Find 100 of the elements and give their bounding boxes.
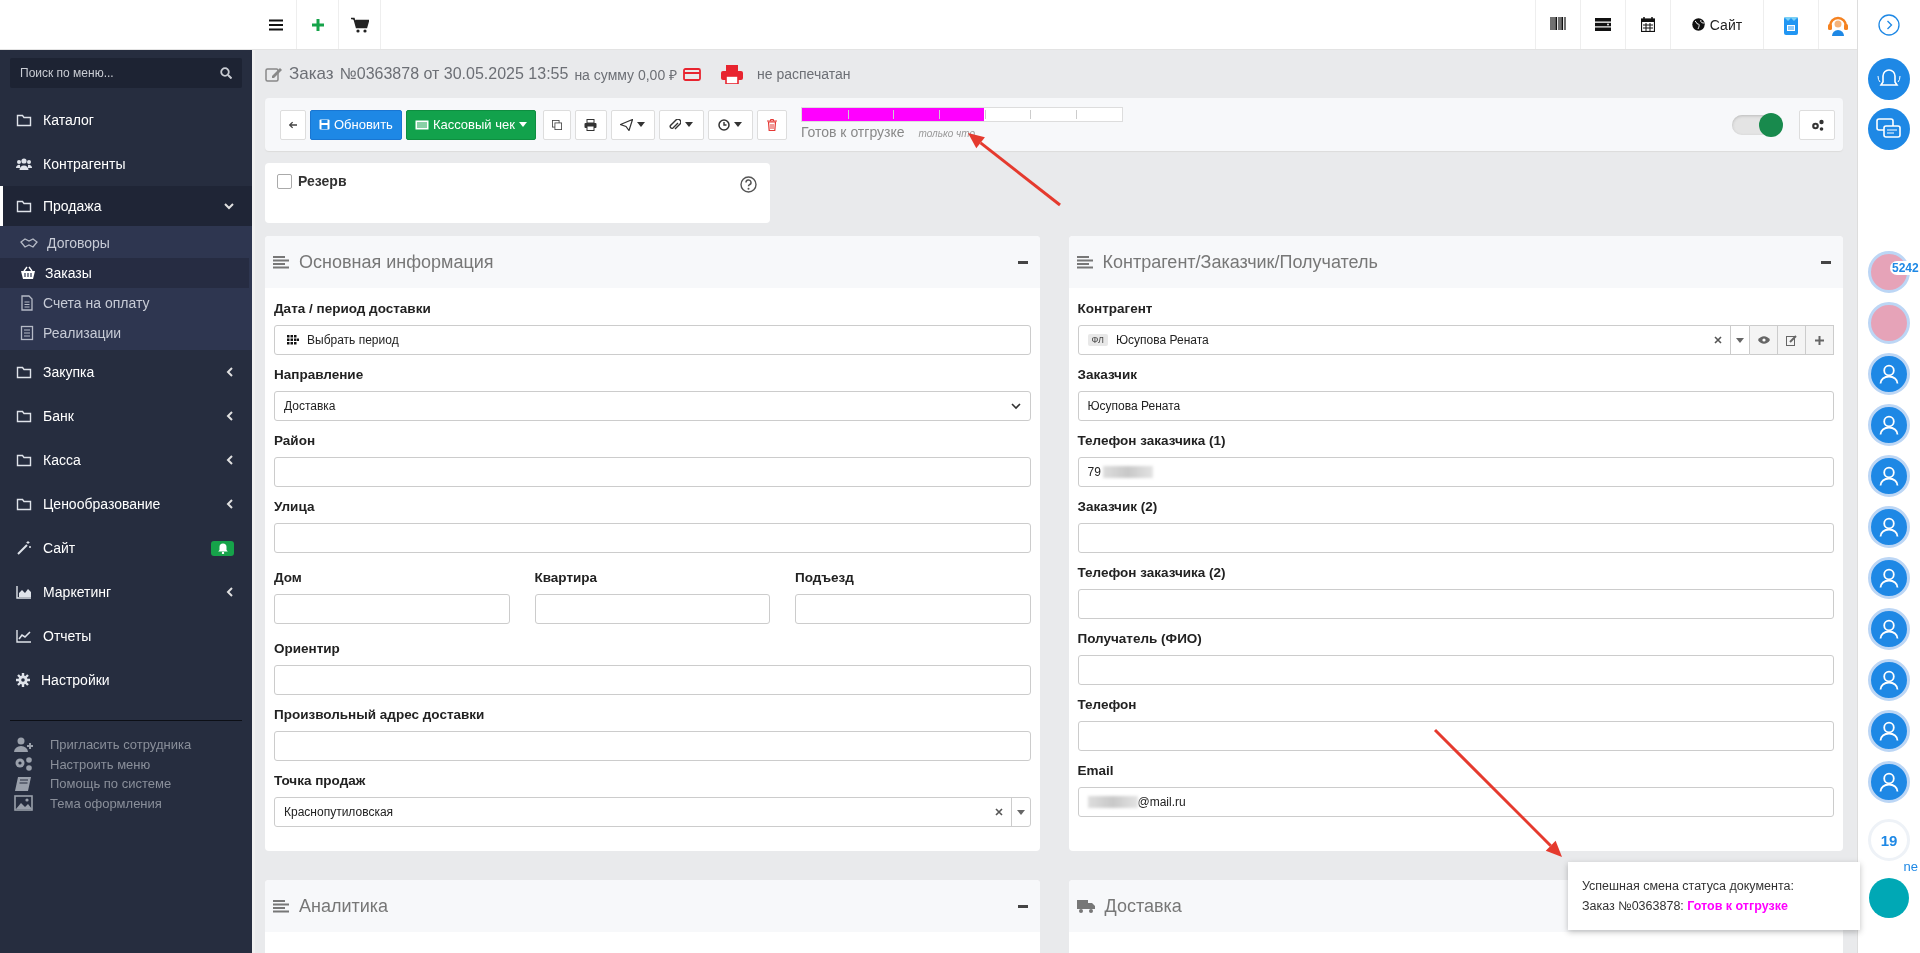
sidebar-item[interactable]: Отчеты (0, 614, 252, 658)
chat-icon (1876, 117, 1902, 141)
user-avatar[interactable] (1868, 506, 1910, 548)
attach-button[interactable] (658, 109, 704, 140)
user-avatar[interactable] (1868, 608, 1910, 650)
text-field[interactable] (1077, 721, 1834, 751)
sidebar-item[interactable]: Продажа (0, 186, 252, 226)
delete-button[interactable] (756, 109, 787, 140)
user-avatar[interactable] (1868, 353, 1910, 395)
period-button[interactable]: Выбрать период (274, 325, 1031, 355)
document-title: Заказ (289, 64, 334, 84)
text-field[interactable] (274, 457, 1031, 487)
text-field[interactable] (274, 594, 510, 624)
refresh-button[interactable]: Обновить (310, 109, 402, 140)
globe-icon (1691, 18, 1705, 31)
field-label: Район (274, 432, 317, 450)
user-icon (1879, 568, 1899, 588)
combo-field[interactable]: Краснопутиловская (274, 797, 1031, 827)
field-label: Email (1077, 762, 1115, 780)
user-icon (1879, 619, 1899, 639)
footer-link[interactable]: Пригласить сотрудника (0, 735, 252, 755)
user-avatar[interactable] (1868, 404, 1910, 446)
text-field[interactable] (534, 594, 770, 624)
user-avatar[interactable] (1868, 557, 1910, 599)
folder-icon (16, 453, 32, 467)
field-label: Заказчик (2) (1077, 498, 1159, 516)
copy-button[interactable] (542, 109, 571, 140)
view-button[interactable] (1750, 325, 1778, 355)
text-field[interactable]: @mail.ru (1077, 787, 1834, 817)
field-label: Подъезд (795, 569, 855, 587)
edit-icon (1786, 334, 1797, 346)
text-field[interactable]: Юсупова Рената (1077, 391, 1834, 421)
field-label: Улица (274, 498, 316, 516)
sidebar-item[interactable]: Банк (0, 394, 252, 438)
combo-field[interactable]: ФЛ Юсупова Рената (1077, 325, 1750, 355)
collapse-icon (1821, 260, 1831, 264)
text-field[interactable] (1077, 523, 1834, 553)
edit-button[interactable] (1778, 325, 1806, 355)
sidebar-item[interactable]: Закупка (0, 350, 252, 394)
user-avatar[interactable] (1868, 710, 1910, 752)
sidebar-item[interactable]: Сайт (0, 526, 252, 570)
sidebar-item[interactable]: Контрагенты (0, 142, 252, 186)
back-button[interactable] (280, 109, 306, 140)
field-label: Телефон заказчика (2) (1077, 564, 1227, 582)
history-button[interactable] (707, 109, 753, 140)
text-field[interactable] (795, 594, 1031, 624)
caret-icon (518, 122, 527, 127)
line-chart-icon (16, 629, 32, 643)
text-field[interactable] (274, 665, 1031, 695)
submenu-item[interactable]: Заказы (0, 258, 249, 288)
clear-icon (994, 808, 1003, 816)
footer-link[interactable]: Помощь по системе (0, 774, 252, 794)
send-button[interactable] (610, 109, 655, 140)
user-avatar[interactable] (1868, 455, 1910, 497)
print-button[interactable] (574, 109, 607, 140)
text-field[interactable] (274, 523, 1031, 553)
search-field[interactable]: Поиск по меню... (10, 58, 242, 88)
text-field[interactable] (1077, 589, 1834, 619)
sidebar-item[interactable]: Настройки (0, 658, 252, 702)
user-icon (1879, 721, 1899, 741)
submenu-item[interactable]: Договоры (0, 228, 252, 258)
add-button[interactable] (1806, 325, 1834, 355)
footer-link[interactable]: Тема оформления (0, 793, 252, 813)
list-icon (1076, 255, 1093, 269)
field-label: Точка продаж (274, 772, 367, 790)
user-avatar[interactable] (1868, 659, 1910, 701)
paper-plane-icon (620, 118, 634, 131)
plus-icon (310, 17, 325, 32)
notifications-button[interactable] (1868, 58, 1910, 100)
magic-wand-icon (16, 540, 32, 556)
text-field[interactable]: 79 (1077, 457, 1834, 487)
copy-icon (551, 118, 562, 131)
server-icon (1595, 18, 1611, 31)
text-field[interactable] (274, 731, 1031, 761)
caret-icon (1736, 337, 1744, 343)
sidebar-item[interactable]: Ценообразование (0, 482, 252, 526)
sidebar-item[interactable]: Каталог (0, 98, 252, 142)
sidebar-item[interactable]: Касса (0, 438, 252, 482)
toggle-switch[interactable] (1732, 114, 1781, 135)
book-icon (14, 775, 34, 792)
footer-link[interactable]: Настроить меню (0, 754, 252, 774)
submenu-item[interactable]: Счета на оплату (0, 288, 252, 318)
chevron-left-icon (226, 411, 234, 421)
cart-icon (350, 16, 369, 33)
chat-launcher[interactable] (1869, 878, 1909, 918)
avatar-photo[interactable] (1868, 302, 1910, 344)
submenu-item[interactable]: Реализации (0, 318, 252, 348)
field-label: Произвольный адрес доставки (274, 706, 486, 724)
search-icon (220, 67, 232, 79)
list-icon (273, 899, 289, 913)
list-icon (273, 255, 289, 269)
user-avatar[interactable] (1868, 761, 1910, 803)
select-field[interactable]: Доставка (274, 391, 1031, 421)
chat-button[interactable] (1868, 108, 1910, 150)
checkbox[interactable] (277, 174, 292, 189)
settings-button[interactable] (1799, 109, 1835, 140)
text-field[interactable] (1077, 655, 1834, 685)
counter[interactable]: 19 (1868, 819, 1910, 861)
field-label: Направление (274, 366, 365, 384)
sidebar-item[interactable]: Маркетинг (0, 570, 252, 614)
